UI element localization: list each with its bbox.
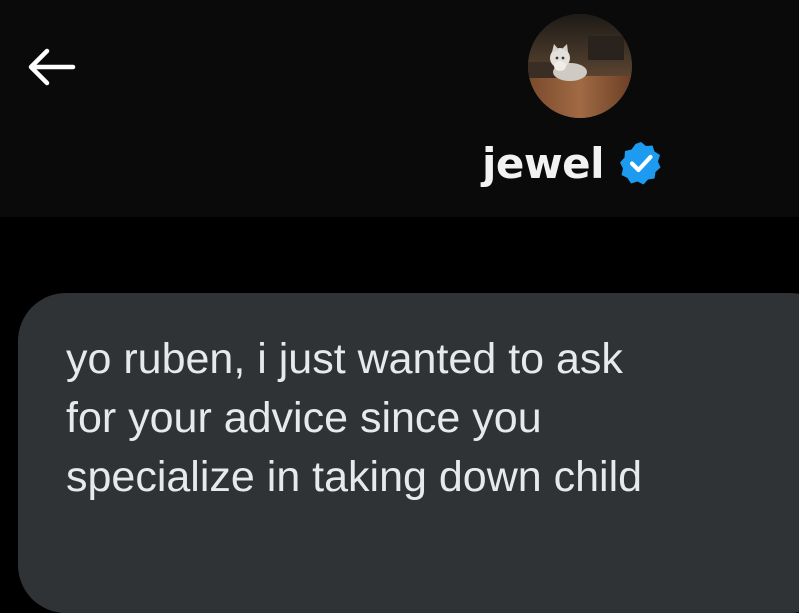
message-text: yo ruben, i just wanted to ask for your … — [66, 335, 643, 501]
contact-name-row[interactable]: jewel — [470, 132, 700, 194]
back-button[interactable] — [18, 40, 82, 94]
cat-photo-avatar — [528, 14, 632, 118]
conversation-header: jewel — [0, 0, 799, 217]
verified-badge-icon — [620, 142, 661, 185]
contact-name: jewel — [482, 138, 605, 188]
arrow-left-icon — [28, 48, 76, 86]
avatar[interactable] — [528, 14, 632, 118]
